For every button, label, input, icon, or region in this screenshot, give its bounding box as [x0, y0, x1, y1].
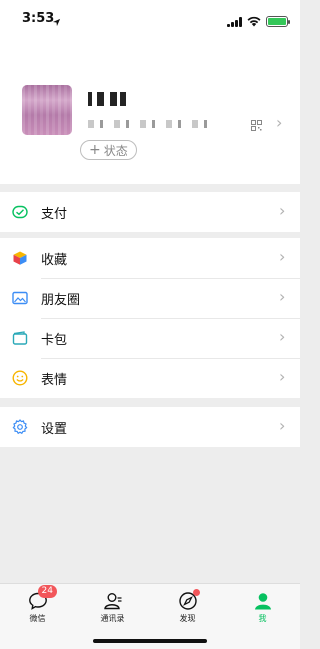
wechat-id-blurred [88, 120, 208, 128]
menu-item-label: 表情 [41, 373, 68, 388]
home-indicator[interactable] [93, 639, 207, 643]
favorites-icon [12, 250, 28, 266]
menu-item-label: 设置 [41, 422, 68, 437]
clock: 3:53 [22, 11, 55, 26]
plus-icon: + [89, 142, 101, 158]
menu-item-settings[interactable]: 设置 › [0, 407, 300, 447]
tab-label: 微信 [29, 614, 46, 623]
tab-discover[interactable]: 发现 [150, 589, 225, 629]
menu-item-label: 支付 [41, 207, 68, 222]
chevron-right-icon: › [279, 367, 286, 386]
chevron-right-icon: › [279, 327, 286, 346]
add-status-button[interactable]: + 状态 [80, 140, 137, 160]
status-bar: 3:53 [0, 0, 300, 36]
nickname-blurred [88, 92, 128, 106]
menu-item-moments[interactable]: 朋友圈 › [0, 278, 300, 318]
chevron-right-icon: › [279, 416, 286, 435]
contacts-icon [103, 591, 123, 611]
pay-icon [12, 204, 28, 220]
wifi-icon [247, 12, 261, 31]
compass-icon [178, 589, 200, 611]
menu-group-pay: 支付 › [0, 192, 300, 232]
avatar[interactable] [22, 85, 72, 135]
chat-bubble-icon: 24 [28, 585, 57, 611]
menu-item-pay[interactable]: 支付 › [0, 192, 300, 232]
menu-item-label: 朋友圈 [41, 293, 81, 308]
location-arrow-icon [52, 12, 61, 31]
tab-contacts[interactable]: 通讯录 [75, 589, 150, 629]
chevron-right-icon: › [276, 113, 283, 132]
chevron-right-icon: › [279, 201, 286, 220]
person-icon [253, 591, 273, 611]
tab-label: 发现 [179, 614, 196, 623]
menu-item-card-wallet[interactable]: 卡包 › [0, 318, 300, 358]
tab-chats[interactable]: 24 微信 [0, 585, 75, 629]
profile-header[interactable]: › + 状态 [0, 36, 300, 184]
menu-item-label: 卡包 [41, 333, 68, 348]
menu-item-label: 收藏 [41, 253, 68, 268]
moments-icon [12, 290, 28, 306]
settings-icon [12, 419, 28, 435]
qr-code-icon[interactable] [251, 116, 262, 131]
status-button-label: 状态 [103, 143, 128, 158]
menu-group-settings: 设置 › [0, 407, 300, 447]
notification-dot [192, 589, 200, 596]
cellular-signal-icon [227, 16, 242, 27]
menu-group-main: 收藏 › 朋友圈 › 卡包 › 表情 › [0, 238, 300, 398]
card-wallet-icon [12, 330, 28, 346]
menu-item-stickers[interactable]: 表情 › [0, 358, 300, 398]
menu-item-favorites[interactable]: 收藏 › [0, 238, 300, 278]
unread-badge: 24 [37, 585, 57, 598]
stickers-icon [12, 370, 28, 386]
chevron-right-icon: › [279, 247, 286, 266]
tab-me[interactable]: 我 [225, 589, 300, 629]
chevron-right-icon: › [279, 287, 286, 306]
tab-label: 通讯录 [100, 614, 125, 623]
battery-charging-icon [266, 16, 290, 27]
tab-label: 我 [258, 614, 267, 623]
